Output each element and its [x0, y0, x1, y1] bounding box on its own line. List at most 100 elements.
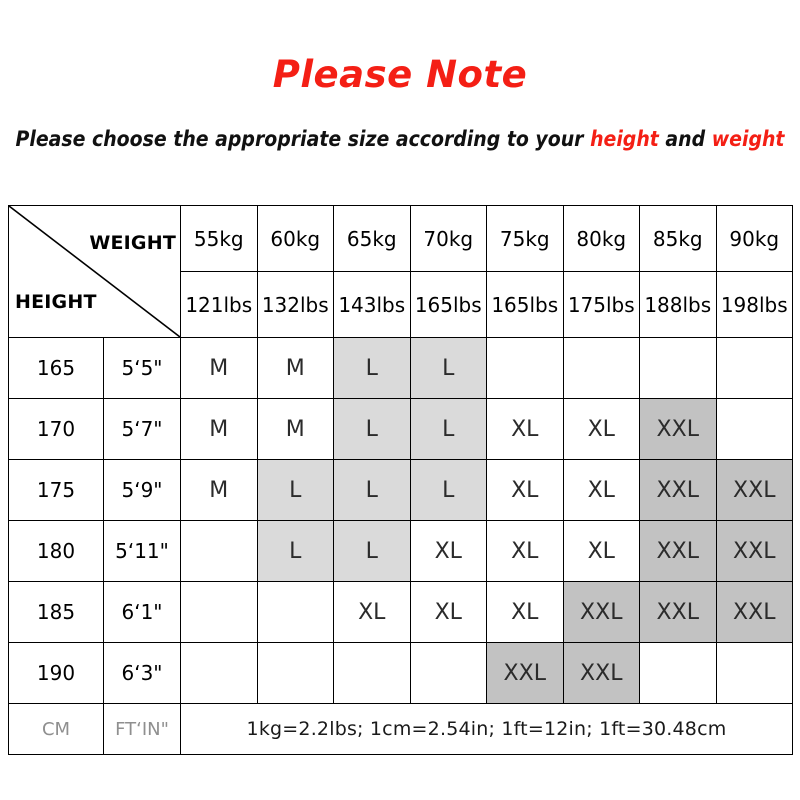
footer-ftin-label: FT‘IN" [103, 703, 181, 755]
height-cm-cell: 190 [8, 642, 104, 704]
height-cm-cell: 185 [8, 581, 104, 643]
weight-header-kg: 65kg [333, 205, 411, 272]
weight-header-kg: 85kg [639, 205, 717, 272]
height-cm-cell: 165 [8, 337, 104, 399]
weight-axis-label: WEIGHT [89, 232, 176, 254]
size-cell: M [256, 337, 334, 399]
weight-header-lbs: 188lbs [639, 271, 717, 338]
size-cell: M [256, 398, 334, 460]
subtitle-conjunction: and [658, 127, 712, 151]
table-row: 190 6‘3" XXL XXL [8, 642, 793, 704]
size-cell: XL [486, 581, 564, 643]
weight-header-kg: 80kg [562, 205, 640, 272]
height-ftin-cell: 6‘1" [103, 581, 181, 643]
size-cell: L [333, 398, 411, 460]
size-cell: L [256, 459, 334, 521]
weight-header-kg: 60kg [256, 205, 334, 272]
table-row: 170 5‘7" M M L L XL XL XXL [8, 398, 793, 460]
size-cell: L [333, 337, 411, 399]
weight-header-lbs: 175lbs [562, 271, 640, 338]
size-cell [486, 337, 564, 399]
size-cell: XXL [715, 459, 793, 521]
size-cell [639, 642, 717, 704]
size-cell [256, 581, 334, 643]
footer-cm-label: CM [8, 703, 104, 755]
size-cell [715, 337, 793, 399]
size-cell: L [333, 520, 411, 582]
size-chart-page: Please Note Please choose the appropriat… [0, 0, 800, 800]
size-cell: XL [409, 581, 487, 643]
size-cell [180, 520, 258, 582]
size-cell: XL [562, 520, 640, 582]
size-cell: XXL [562, 581, 640, 643]
subtitle-weight-highlight: weight [711, 127, 785, 151]
table-footer-row: CM FT‘IN" 1kg=2.2lbs; 1cm=2.54in; 1ft=12in… [8, 703, 793, 755]
size-cell: L [409, 337, 487, 399]
size-cell [256, 642, 334, 704]
weight-header-lbs: 121lbs [180, 271, 258, 338]
weight-header-lbs: 198lbs [715, 271, 793, 338]
table-row: 180 5‘11" L L XL XL XL XXL XXL [8, 520, 793, 582]
size-cell: M [180, 398, 258, 460]
size-cell: XL [333, 581, 411, 643]
header-corner-cell: WEIGHT HEIGHT [8, 205, 181, 338]
size-cell [180, 581, 258, 643]
size-cell [409, 642, 487, 704]
size-cell: XL [486, 398, 564, 460]
size-cell: XXL [715, 581, 793, 643]
height-ftin-cell: 5‘9" [103, 459, 181, 521]
size-cell [715, 642, 793, 704]
size-cell [715, 398, 793, 460]
size-cell [333, 642, 411, 704]
size-cell: XXL [486, 642, 564, 704]
height-cm-cell: 170 [8, 398, 104, 460]
size-cell: M [180, 337, 258, 399]
subtitle-prefix: Please choose the appropriate size accor… [15, 127, 591, 151]
subtitle-height-highlight: height [590, 127, 659, 151]
height-ftin-cell: 5‘11" [103, 520, 181, 582]
height-ftin-cell: 5‘5" [103, 337, 181, 399]
size-cell: L [333, 459, 411, 521]
table-header-row-kg: WEIGHT HEIGHT 55kg 60kg 65kg 70kg 75kg 80kg 85kg… [8, 205, 793, 338]
size-cell: XL [486, 520, 564, 582]
size-cell: XXL [562, 642, 640, 704]
size-cell [639, 337, 717, 399]
page-title: Please Note [272, 53, 528, 96]
size-cell: M [180, 459, 258, 521]
weight-header-kg: 90kg [715, 205, 793, 272]
weight-header-kg: 70kg [409, 205, 487, 272]
weight-header-lbs: 143lbs [333, 271, 411, 338]
weight-header-lbs: 165lbs [409, 271, 487, 338]
size-cell [180, 642, 258, 704]
conversion-note: 1kg=2.2lbs; 1cm=2.54in; 1ft=12in; 1ft=30… [180, 703, 793, 755]
size-cell: L [409, 398, 487, 460]
weight-header-kg: 55kg [180, 205, 258, 272]
table-row: 165 5‘5" M M L L [8, 337, 793, 399]
table-row: 185 6‘1" XL XL XL XXL XXL XXL [8, 581, 793, 643]
size-cell: XXL [715, 520, 793, 582]
height-axis-label: HEIGHT [15, 291, 97, 313]
size-cell: XL [486, 459, 564, 521]
height-ftin-cell: 6‘3" [103, 642, 181, 704]
size-cell: XXL [639, 398, 717, 460]
size-cell: L [256, 520, 334, 582]
size-chart-table-wrapper: WEIGHT HEIGHT 55kg 60kg 65kg 70kg 75kg 80kg 85kg… [8, 205, 793, 755]
weight-header-lbs: 132lbs [256, 271, 334, 338]
size-cell: L [409, 459, 487, 521]
size-cell: XL [562, 398, 640, 460]
height-cm-cell: 175 [8, 459, 104, 521]
size-cell: XXL [639, 581, 717, 643]
weight-header-lbs: 165lbs [486, 271, 564, 338]
size-chart-table: WEIGHT HEIGHT 55kg 60kg 65kg 70kg 75kg 80kg 85kg… [8, 205, 793, 755]
size-cell: XL [562, 459, 640, 521]
diagonal-divider-icon [9, 206, 180, 337]
size-cell: XL [409, 520, 487, 582]
table-row: 175 5‘9" M L L L XL XL XXL XXL [8, 459, 793, 521]
size-cell: XXL [639, 520, 717, 582]
height-ftin-cell: 5‘7" [103, 398, 181, 460]
height-cm-cell: 180 [8, 520, 104, 582]
size-cell [562, 337, 640, 399]
size-cell: XXL [639, 459, 717, 521]
weight-header-kg: 75kg [486, 205, 564, 272]
page-subtitle: Please choose the appropriate size accor… [0, 93, 800, 150]
